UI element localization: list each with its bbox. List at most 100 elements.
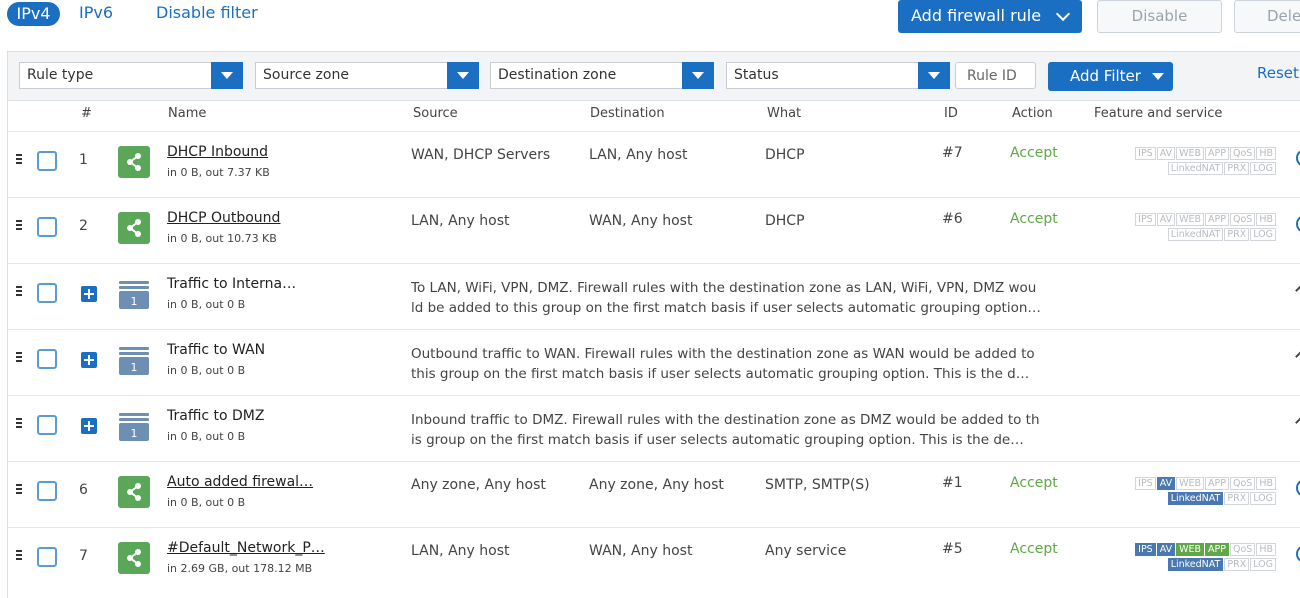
rule-id-input[interactable] [956,63,1035,88]
group-description: Outbound traffic to WAN. Firewall rules … [411,344,1041,384]
expand-icon[interactable] [81,286,97,302]
col-name: Name [168,106,207,121]
collapse-caret-icon[interactable] [1295,284,1300,297]
expand-icon[interactable] [81,418,97,434]
source-zone-arrow [447,62,479,89]
add-firewall-rule-button[interactable]: Add firewall rule [898,0,1082,33]
disable-button[interactable]: Disable [1097,0,1222,33]
row-menu-icon[interactable] [1296,215,1300,233]
add-filter-button[interactable]: Add Filter [1048,62,1173,91]
table-row[interactable]: 1 DHCP Inbound in 0 B, out 7.37 KB WAN, … [8,131,1300,197]
row-menu-icon[interactable] [1296,479,1300,497]
drag-handle-icon[interactable] [16,484,22,494]
collapse-caret-icon[interactable] [1295,416,1300,429]
group-name: Traffic to Interna… [167,276,297,292]
badge-app: APP [1205,213,1229,226]
group-row[interactable]: 1 Traffic to WAN in 0 B, out 0 B Outboun… [8,329,1300,395]
group-traffic: in 0 B, out 0 B [167,430,246,443]
rule-name-link[interactable]: Auto added firewal… [167,474,313,490]
badge-av: AV [1156,213,1176,226]
drag-handle-icon[interactable] [16,220,22,230]
row-menu-icon[interactable] [1296,545,1300,563]
reset-link[interactable]: Reset [1257,64,1299,82]
rule-what: DHCP [765,213,805,229]
share-rule-icon [118,146,150,178]
badge-app: APP [1205,543,1229,556]
badge-log: LOG [1250,162,1276,175]
drag-handle-icon[interactable] [16,286,22,296]
add-filter-label: Add Filter [1070,67,1141,85]
row-checkbox[interactable] [37,283,57,303]
rule-name-link[interactable]: #Default_Network_P… [167,540,325,556]
badge-ips: IPS [1135,213,1156,226]
badge-prx: PRX [1224,228,1250,241]
rule-id-field[interactable] [955,62,1036,89]
drag-handle-icon[interactable] [16,154,22,164]
badge-ips: IPS [1135,147,1156,160]
group-description: To LAN, WiFi, VPN, DMZ. Firewall rules w… [411,278,1041,318]
status-select[interactable]: Status [726,62,950,89]
rule-id: #7 [942,145,963,161]
add-rule-dropdown[interactable] [1046,0,1082,33]
drag-handle-icon[interactable] [16,418,22,428]
disable-filter-link[interactable]: Disable filter [156,3,258,23]
group-row[interactable]: 1 Traffic to Interna… in 0 B, out 0 B To… [8,263,1300,329]
row-checkbox[interactable] [37,349,57,369]
rule-type-label: Rule type [27,67,94,83]
svg-text:1: 1 [131,427,138,440]
tab-ipv4[interactable]: IPv4 [7,2,60,26]
rule-what: Any service [765,543,847,559]
expand-icon[interactable] [81,352,97,368]
row-checkbox[interactable] [37,481,57,501]
collapse-caret-icon[interactable] [1295,350,1300,363]
badge-hb: HB [1256,147,1276,160]
svg-text:1: 1 [131,295,138,308]
svg-text:1: 1 [131,361,138,374]
badge-av: AV [1156,543,1176,556]
table-row[interactable]: 2 DHCP Outbound in 0 B, out 10.73 KB LAN… [8,197,1300,263]
rule-destination: LAN, Any host [589,147,688,163]
rule-source: LAN, Any host [411,543,510,559]
group-description: Inbound traffic to DMZ. Firewall rules w… [411,410,1041,450]
rule-name-link[interactable]: DHCP Inbound [167,144,268,160]
badge-prx: PRX [1224,492,1250,505]
destination-zone-select[interactable]: Destination zone [490,62,714,89]
rule-group-icon: 1 [118,344,150,376]
source-zone-select[interactable]: Source zone [255,62,479,89]
badge-log: LOG [1250,492,1276,505]
rule-name-link[interactable]: DHCP Outbound [167,210,280,226]
row-checkbox[interactable] [37,415,57,435]
badge-av: AV [1156,477,1176,490]
caret-down-icon [692,72,704,79]
col-action: Action [1012,106,1053,121]
rule-type-select[interactable]: Rule type [19,62,243,89]
badge-qos: QoS [1230,213,1256,226]
row-menu-icon[interactable] [1296,149,1300,167]
rule-action: Accept [1010,211,1058,227]
table-row[interactable]: 6 Auto added firewal… in 0 B, out 0 B An… [8,461,1300,527]
row-checkbox[interactable] [37,151,57,171]
row-checkbox[interactable] [37,217,57,237]
caret-down-icon [457,72,469,79]
badge-log: LOG [1250,228,1276,241]
drag-handle-icon[interactable] [16,352,22,362]
rule-traffic: in 2.69 GB, out 178.12 MB [167,562,313,575]
group-row[interactable]: 1 Traffic to DMZ in 0 B, out 0 B Inbound… [8,395,1300,461]
drag-handle-icon[interactable] [16,550,22,560]
destination-zone-arrow [682,62,714,89]
badge-prx: PRX [1224,558,1250,571]
badge-linkednat: LinkedNAT [1167,492,1224,505]
col-destination: Destination [590,106,665,121]
filter-bar: Rule type Source zone Destination zone S… [8,52,1300,101]
table-row[interactable]: 7 #Default_Network_P… in 2.69 GB, out 17… [8,527,1300,593]
rule-id: #1 [942,475,963,491]
group-name: Traffic to DMZ [167,408,265,424]
group-traffic: in 0 B, out 0 B [167,298,246,311]
badge-qos: QoS [1230,477,1256,490]
row-number: 7 [79,548,88,564]
rule-destination: WAN, Any host [589,213,693,229]
delete-button[interactable]: Dele [1234,0,1300,33]
row-number: 6 [79,482,88,498]
row-checkbox[interactable] [37,547,57,567]
tab-ipv6[interactable]: IPv6 [79,3,113,23]
